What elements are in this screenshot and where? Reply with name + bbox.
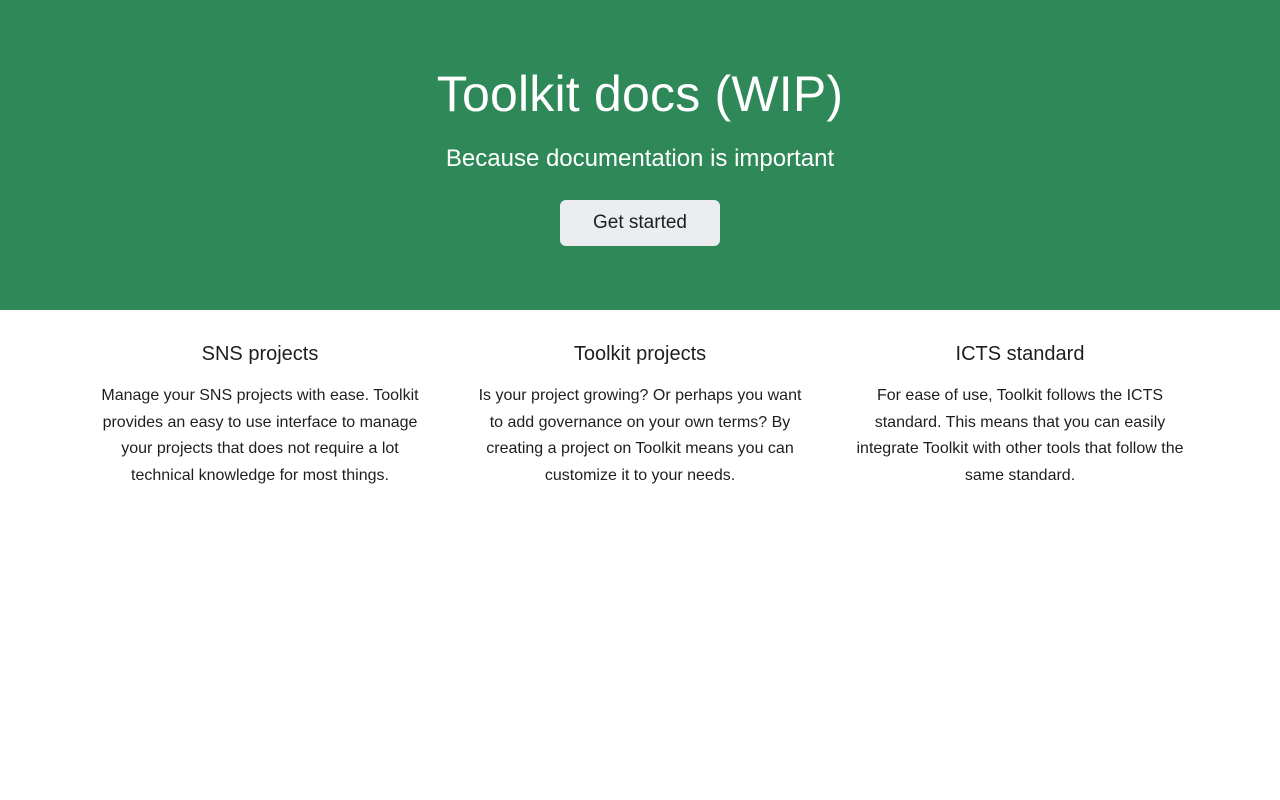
- feature-description: For ease of use, Toolkit follows the ICT…: [856, 387, 1184, 484]
- feature-description: Is your project growing? Or perhaps you …: [478, 387, 802, 484]
- feature-title: SNS projects: [201, 343, 319, 365]
- feature-title: ICTS standard: [955, 343, 1085, 365]
- feature-sns-projects: SNS projects Manage your SNS projects wi…: [70, 341, 450, 489]
- feature-icts-standard: ICTS standard For ease of use, Toolkit f…: [830, 341, 1210, 489]
- feature-description: Manage your SNS projects with ease. Tool…: [101, 387, 419, 484]
- page-subtitle: Because documentation is important: [445, 145, 835, 172]
- feature-title: Toolkit projects: [573, 343, 707, 365]
- feature-toolkit-projects: Toolkit projects Is your project growing…: [450, 341, 830, 489]
- get-started-button[interactable]: Get started: [560, 200, 720, 246]
- features-section: SNS projects Manage your SNS projects wi…: [70, 310, 1210, 489]
- page-title: Toolkit docs (WIP): [436, 66, 844, 122]
- hero-banner: Toolkit docs (WIP) Because documentation…: [0, 0, 1280, 310]
